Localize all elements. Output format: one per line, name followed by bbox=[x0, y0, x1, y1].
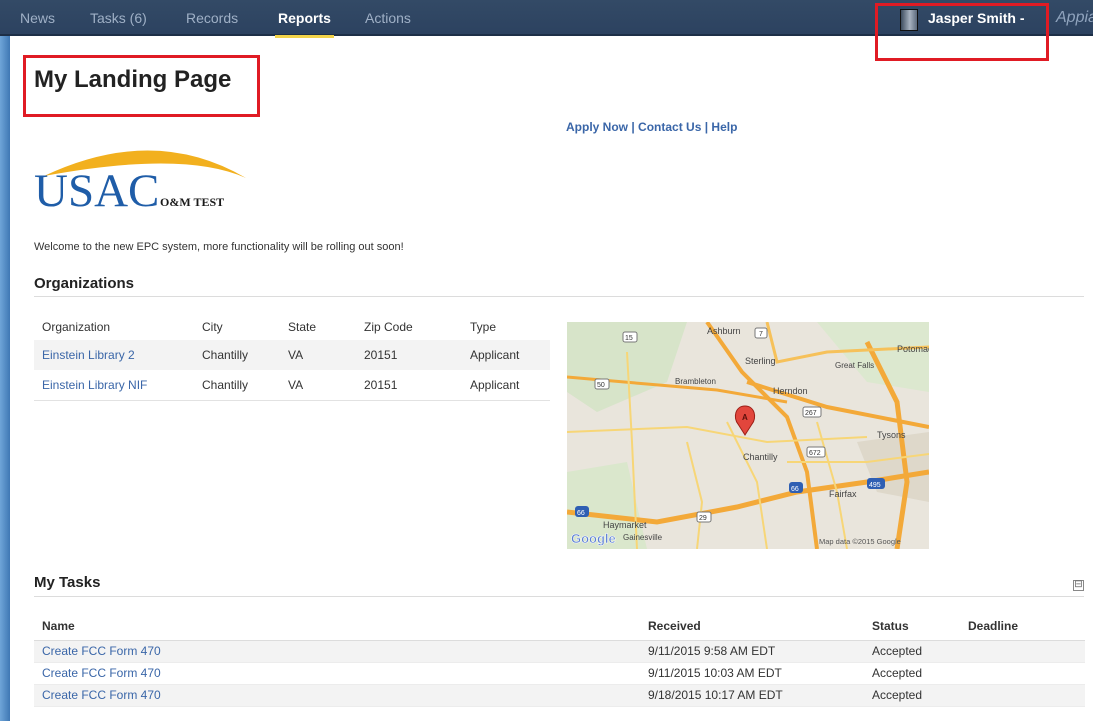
type-cell: Applicant bbox=[462, 370, 550, 401]
link-separator: | bbox=[701, 120, 712, 134]
location-map[interactable]: Ashburn Sterling Potomac Great Falls Bra… bbox=[567, 322, 929, 549]
interstate-shield: 66 bbox=[577, 510, 585, 517]
google-logo: Google bbox=[571, 531, 616, 546]
map-label: Ashburn bbox=[707, 326, 741, 336]
collapse-icon[interactable]: ⊟ bbox=[1073, 580, 1084, 591]
my-tasks-heading: My Tasks bbox=[34, 574, 101, 591]
user-highlight-box bbox=[875, 3, 1049, 61]
map-attribution[interactable]: Map data ©2015 Google bbox=[819, 537, 901, 546]
city-cell: Chantilly bbox=[194, 340, 280, 370]
type-cell: Applicant bbox=[462, 340, 550, 370]
interstate-shield: 495 bbox=[869, 482, 881, 489]
tasks-table: Name Received Status Deadline Create FCC… bbox=[34, 612, 1085, 707]
task-link[interactable]: Create FCC Form 470 bbox=[42, 688, 161, 702]
col-name[interactable]: Name bbox=[34, 612, 640, 641]
table-header-row: Name Received Status Deadline bbox=[34, 612, 1085, 641]
city-cell: Chantilly bbox=[194, 370, 280, 401]
map-label: Brambleton bbox=[675, 377, 716, 386]
link-separator: | bbox=[628, 120, 639, 134]
table-row: Create FCC Form 470 9/11/2015 10:03 AM E… bbox=[34, 662, 1085, 685]
organization-cell: Einstein Library 2 bbox=[34, 340, 194, 370]
route-shield: 15 bbox=[625, 335, 633, 342]
welcome-message: Welcome to the new EPC system, more func… bbox=[34, 241, 404, 253]
task-name-cell: Create FCC Form 470 bbox=[34, 684, 640, 707]
table-row: Create FCC Form 470 9/11/2015 9:58 AM ED… bbox=[34, 640, 1085, 663]
help-link[interactable]: Help bbox=[711, 120, 737, 134]
task-link[interactable]: Create FCC Form 470 bbox=[42, 644, 161, 658]
state-cell: VA bbox=[280, 370, 356, 401]
route-shield: 267 bbox=[805, 410, 817, 417]
map-label: Sterling bbox=[745, 356, 776, 366]
status-cell: Accepted bbox=[864, 640, 960, 663]
map-label: Great Falls bbox=[835, 361, 874, 370]
deadline-cell bbox=[960, 684, 1085, 707]
table-row: Create FCC Form 470 9/18/2015 10:17 AM E… bbox=[34, 684, 1085, 707]
received-cell: 9/11/2015 9:58 AM EDT bbox=[640, 640, 864, 663]
col-deadline[interactable]: Deadline bbox=[960, 612, 1085, 641]
logo-main-text: USAC bbox=[34, 165, 159, 216]
organization-cell: Einstein Library NIF bbox=[34, 370, 194, 401]
received-cell: 9/11/2015 10:03 AM EDT bbox=[640, 662, 864, 685]
marker-label: A bbox=[742, 413, 748, 422]
interstate-shield: 66 bbox=[791, 486, 799, 493]
apply-now-link[interactable]: Apply Now bbox=[566, 120, 628, 134]
organization-link[interactable]: Einstein Library 2 bbox=[42, 348, 135, 362]
col-received[interactable]: Received bbox=[640, 612, 864, 641]
organization-link[interactable]: Einstein Library NIF bbox=[42, 378, 147, 392]
tab-records[interactable]: Records bbox=[186, 0, 238, 36]
task-name-cell: Create FCC Form 470 bbox=[34, 662, 640, 685]
route-shield: 50 bbox=[597, 382, 605, 389]
col-type[interactable]: Type bbox=[462, 314, 550, 340]
page-title: My Landing Page bbox=[34, 66, 232, 93]
tab-actions[interactable]: Actions bbox=[365, 0, 411, 36]
tab-reports-label: Reports bbox=[278, 10, 331, 26]
map-label: Potomac bbox=[897, 344, 929, 354]
divider bbox=[34, 596, 1084, 597]
received-cell: 9/18/2015 10:17 AM EDT bbox=[640, 684, 864, 707]
table-row: Einstein Library NIF Chantilly VA 20151 … bbox=[34, 370, 550, 401]
deadline-cell bbox=[960, 640, 1085, 663]
col-zip-code[interactable]: Zip Code bbox=[356, 314, 462, 340]
map-label: Herndon bbox=[773, 386, 808, 396]
route-shield: 7 bbox=[759, 331, 763, 338]
status-cell: Accepted bbox=[864, 684, 960, 707]
zip-cell: 20151 bbox=[356, 340, 462, 370]
organizations-table: Organization City State Zip Code Type Ei… bbox=[34, 314, 550, 401]
task-name-cell: Create FCC Form 470 bbox=[34, 640, 640, 663]
logo-swoosh-icon: USAC O&M TEST bbox=[34, 150, 246, 217]
tab-tasks[interactable]: Tasks (6) bbox=[90, 0, 147, 36]
col-city[interactable]: City bbox=[194, 314, 280, 340]
map-label: Chantilly bbox=[743, 452, 778, 462]
tab-news[interactable]: News bbox=[20, 0, 55, 36]
logo-sub-text: O&M TEST bbox=[160, 195, 224, 209]
table-row: Einstein Library 2 Chantilly VA 20151 Ap… bbox=[34, 340, 550, 370]
divider bbox=[34, 296, 1084, 297]
task-link[interactable]: Create FCC Form 470 bbox=[42, 666, 161, 680]
route-shield: 672 bbox=[809, 450, 821, 457]
state-cell: VA bbox=[280, 340, 356, 370]
map-label: Tysons bbox=[877, 430, 906, 440]
table-header-row: Organization City State Zip Code Type bbox=[34, 314, 550, 340]
zip-cell: 20151 bbox=[356, 370, 462, 401]
map-label: Gainesville bbox=[623, 533, 663, 542]
contact-us-link[interactable]: Contact Us bbox=[638, 120, 701, 134]
page-side-stripe bbox=[0, 36, 10, 721]
route-shield: 29 bbox=[699, 515, 707, 522]
tab-reports[interactable]: Reports bbox=[275, 0, 334, 38]
organizations-heading: Organizations bbox=[34, 275, 135, 292]
col-state[interactable]: State bbox=[280, 314, 356, 340]
status-cell: Accepted bbox=[864, 662, 960, 685]
usac-logo: USAC O&M TEST bbox=[34, 136, 274, 217]
map-label: Fairfax bbox=[829, 489, 857, 499]
header-links: Apply Now | Contact Us | Help bbox=[566, 120, 737, 134]
deadline-cell bbox=[960, 662, 1085, 685]
app-name: Appia bbox=[1056, 9, 1093, 26]
active-tab-indicator bbox=[275, 35, 334, 38]
col-organization[interactable]: Organization bbox=[34, 314, 194, 340]
col-status[interactable]: Status bbox=[864, 612, 960, 641]
map-label: Haymarket bbox=[603, 520, 647, 530]
